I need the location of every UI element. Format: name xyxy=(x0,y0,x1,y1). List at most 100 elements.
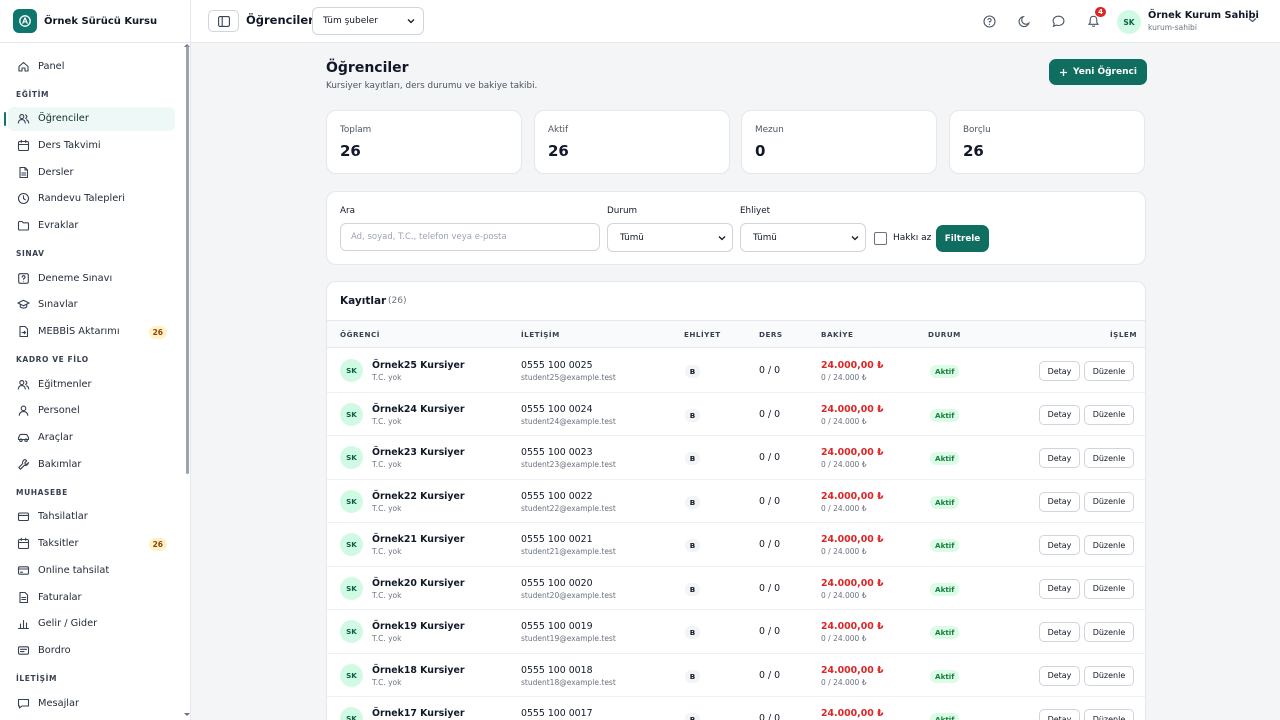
sidebar-item-label: Sınavlar xyxy=(38,299,78,311)
student-name[interactable]: Örnek23 Kursiyer xyxy=(372,447,464,458)
student-tc: T.C. yok xyxy=(372,547,402,556)
sidebar-item-label: Eğitmenler xyxy=(38,378,92,390)
edit-button[interactable]: Düzenle xyxy=(1084,404,1134,425)
branch-select[interactable]: Tüm şubeler xyxy=(312,7,424,35)
status-badge: Aktif xyxy=(930,539,960,552)
sidebar-item[interactable]: Araçlar xyxy=(8,426,175,450)
balance-amount: 24.000,00 ₺ xyxy=(821,577,884,589)
lesson-count: 0 / 0 xyxy=(759,669,781,681)
license-filter-select[interactable]: Tümü xyxy=(740,223,866,252)
notifications-button[interactable]: 4 xyxy=(1085,6,1107,29)
sidebar-toggle-button[interactable] xyxy=(208,10,239,32)
user-avatar[interactable]: SK xyxy=(1117,10,1141,34)
detail-button[interactable]: Detay xyxy=(1039,361,1080,381)
messages-button[interactable] xyxy=(1050,13,1066,29)
filter-button[interactable]: Filtrele xyxy=(936,225,989,252)
student-name[interactable]: Örnek20 Kursiyer xyxy=(372,578,464,589)
sidebar-item[interactable]: Evraklar xyxy=(8,213,175,237)
user-name[interactable]: Örnek Kurum Sahibi xyxy=(1148,10,1259,21)
sidebar-item[interactable]: Gelir / Gider xyxy=(8,612,175,636)
license-badge: B xyxy=(685,669,700,683)
brand[interactable]: Örnek Sürücü Kursu xyxy=(0,0,190,43)
student-name[interactable]: Örnek24 Kursiyer xyxy=(372,404,464,415)
sidebar-nav: Panel EĞİTİM Öğrenciler Ders Takvimi Dersler… xyxy=(0,43,190,715)
user-role: kurum-sahibi xyxy=(1148,23,1197,32)
filter-panel: Ara Ad, soyad, T.C., telefon veya e-post… xyxy=(326,191,1146,265)
detail-button[interactable]: Detay xyxy=(1039,404,1080,425)
wallet-icon xyxy=(17,510,30,523)
payroll-icon xyxy=(17,644,30,657)
sidebar-item[interactable]: Bakımlar xyxy=(8,452,175,476)
detail-button[interactable]: Detay xyxy=(1039,448,1080,468)
low-rights-checkbox-label[interactable]: Hakkı az xyxy=(893,233,931,243)
edit-button[interactable]: Düzenle xyxy=(1084,491,1134,512)
sidebar-item[interactable]: Taksitler 26 xyxy=(8,532,175,556)
sidebar-item[interactable]: Deneme Sınavı xyxy=(8,266,175,290)
page-title: Öğrenciler xyxy=(326,60,409,76)
sidebar-item[interactable]: Panel xyxy=(8,54,175,78)
folder-icon xyxy=(17,219,30,232)
sidebar-item[interactable]: Bordro xyxy=(8,638,175,662)
bar-chart-icon xyxy=(17,617,30,630)
student-name[interactable]: Örnek21 Kursiyer xyxy=(372,534,464,545)
sidebar-item-label: Personel xyxy=(38,405,80,417)
user-menu-chevron-icon[interactable] xyxy=(1248,17,1257,23)
student-name[interactable]: Örnek25 Kursiyer xyxy=(372,360,464,371)
student-name[interactable]: Örnek17 Kursiyer xyxy=(372,708,464,719)
search-input[interactable]: Ad, soyad, T.C., telefon veya e-posta xyxy=(340,223,600,251)
table-header: ÖĞRENCİ İLETİŞİM EHLİYET DERS BAKİYE DUR… xyxy=(327,320,1145,348)
balance-detail: 0 / 24.000 ₺ xyxy=(821,634,867,643)
new-student-button[interactable]: Yeni Öğrenci xyxy=(1049,59,1147,85)
detail-button[interactable]: Detay xyxy=(1039,578,1080,599)
scrollbar-down-arrow[interactable] xyxy=(184,713,190,716)
balance-detail: 0 / 24.000 ₺ xyxy=(821,547,867,556)
detail-button[interactable]: Detay xyxy=(1039,665,1080,686)
student-phone: 0555 100 0020 xyxy=(521,577,593,589)
detail-button[interactable]: Detay xyxy=(1039,709,1080,720)
student-name[interactable]: Örnek18 Kursiyer xyxy=(372,665,464,676)
sidebar-item[interactable]: Dersler xyxy=(8,160,175,184)
sidebar-item[interactable]: Online tahsilat xyxy=(8,558,175,582)
stat-card-active: Aktif 26 xyxy=(534,110,730,174)
edit-button[interactable]: Düzenle xyxy=(1084,709,1134,720)
sidebar-section-label: SINAV xyxy=(16,249,45,259)
sidebar-item[interactable]: Ders Takvimi xyxy=(8,133,175,157)
balance-detail: 0 / 24.000 ₺ xyxy=(821,590,867,600)
student-name[interactable]: Örnek19 Kursiyer xyxy=(372,621,464,632)
users-icon xyxy=(17,378,30,391)
theme-toggle-button[interactable] xyxy=(1016,13,1032,29)
edit-button[interactable]: Düzenle xyxy=(1084,535,1134,555)
edit-button[interactable]: Düzenle xyxy=(1084,578,1134,599)
sidebar-item[interactable]: Sınavlar xyxy=(8,293,175,317)
sidebar-item[interactable]: Eğitmenler xyxy=(8,372,175,396)
quiz-icon xyxy=(17,272,30,285)
sidebar-item[interactable]: Mesajlar xyxy=(8,691,175,715)
license-badge: B xyxy=(685,408,700,422)
student-name[interactable]: Örnek22 Kursiyer xyxy=(372,491,464,502)
sidebar-item[interactable]: Tahsilatlar xyxy=(8,505,175,529)
sidebar-item[interactable]: Personel xyxy=(8,399,175,423)
balance-detail: 0 / 24.000 ₺ xyxy=(821,503,867,513)
low-rights-checkbox[interactable] xyxy=(874,232,887,245)
sidebar-item[interactable]: Randevu Talepleri xyxy=(8,187,175,211)
detail-button[interactable]: Detay xyxy=(1039,491,1080,512)
sidebar-item[interactable]: MEBBİS Aktarımı 26 xyxy=(8,320,175,344)
detail-button[interactable]: Detay xyxy=(1039,622,1080,642)
balance-amount: 24.000,00 ₺ xyxy=(821,403,884,415)
sidebar-scrollbar[interactable] xyxy=(186,46,189,474)
help-button[interactable] xyxy=(981,13,997,29)
sidebar-item-label: Öğrenciler xyxy=(38,113,89,125)
status-filter-select[interactable]: Tümü xyxy=(607,223,733,252)
student-avatar: SK xyxy=(340,489,363,513)
edit-button[interactable]: Düzenle xyxy=(1084,665,1134,686)
student-email: student23@example.test xyxy=(521,460,616,469)
detail-button[interactable]: Detay xyxy=(1039,535,1080,555)
sidebar-item-badge: 26 xyxy=(148,537,167,551)
edit-button[interactable]: Düzenle xyxy=(1084,622,1134,642)
table-row: SK Örnek23 Kursiyer T.C. yok 0555 100 00… xyxy=(327,436,1145,480)
sidebar-item[interactable]: Faturalar xyxy=(8,585,175,609)
sidebar-item[interactable]: Öğrenciler xyxy=(4,106,175,131)
sidebar-section-label: EĞİTİM xyxy=(16,89,50,99)
edit-button[interactable]: Düzenle xyxy=(1084,361,1134,381)
edit-button[interactable]: Düzenle xyxy=(1084,448,1134,468)
